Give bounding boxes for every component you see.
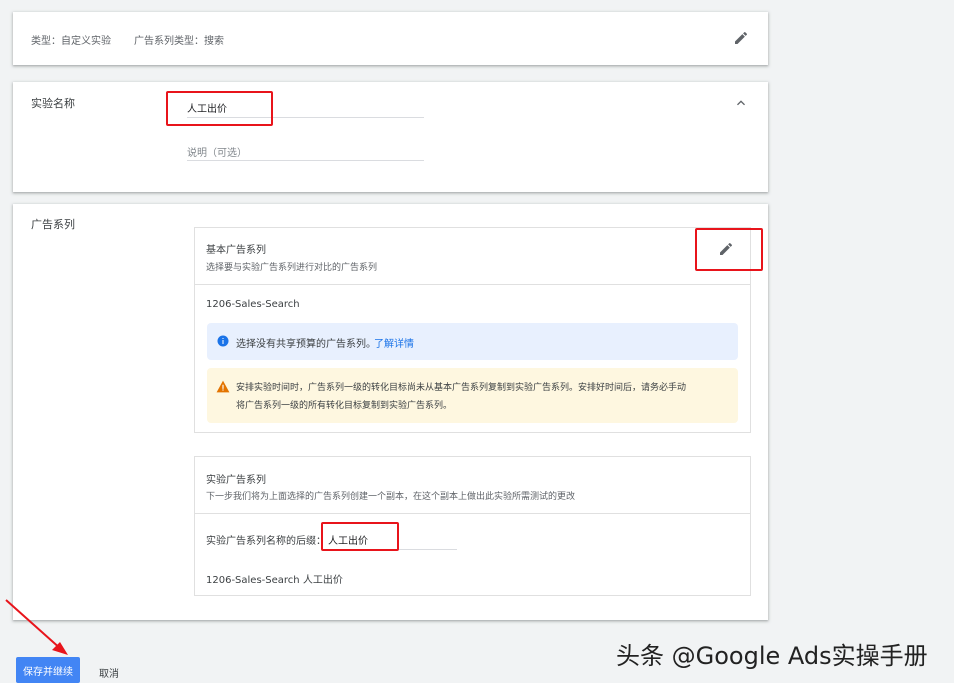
base-campaign-name: 1206-Sales-Search [206,299,300,310]
suffix-label: 实验广告系列名称的后缀： [206,536,326,547]
info-banner: 选择没有共享预算的广告系列。 了解详情 [207,323,738,360]
section-title-campaigns: 广告系列 [31,218,75,231]
campaigns-card: 广告系列 基本广告系列 选择要与实验广告系列进行对比的广告系列 1206-Sal… [13,204,768,620]
highlight-box-suffix [321,522,399,551]
warning-icon [216,380,230,393]
edit-summary-button[interactable] [729,26,753,50]
watermark-text: 头条 @Google Ads实操手册 [616,642,928,670]
experiment-campaign-subtitle: 下一步我们将为上面选择的广告系列创建一个副本，在这个副本上做出此实验所需测试的更… [206,492,576,502]
experiment-campaign-panel: 实验广告系列 下一步我们将为上面选择的广告系列创建一个副本，在这个副本上做出此实… [194,456,751,596]
warning-text-line1: 安排实验时间时，广告系列一级的转化目标尚未从基本广告系列复制到实验广告系列。安排… [236,383,687,393]
base-campaign-panel: 基本广告系列 选择要与实验广告系列进行对比的广告系列 1206-Sales-Se… [194,227,751,433]
save-and-continue-button[interactable]: 保存并继续 [16,657,80,683]
warning-text-line2: 将广告系列一级的所有转化目标复制到实验广告系列。 [236,401,453,411]
experiment-campaign-divider [195,513,750,514]
learn-more-link[interactable]: 了解详情 [374,335,414,350]
base-campaign-subtitle: 选择要与实验广告系列进行对比的广告系列 [206,263,378,273]
base-campaign-divider [195,284,750,285]
base-campaign-title: 基本广告系列 [206,245,266,256]
warning-banner: 安排实验时间时，广告系列一级的转化目标尚未从基本广告系列复制到实验广告系列。安排… [207,368,738,423]
summary-card: 类型：自定义实验 广告系列类型：搜索 [13,12,768,65]
pencil-icon [735,31,748,44]
description-underline [187,160,424,161]
red-arrow-annotation [5,599,68,655]
experiment-name-card: 实验名称 人工出价 说明（可选） [13,82,768,192]
experiment-campaign-title: 实验广告系列 [206,475,266,486]
campaign-type-text: 广告系列类型：搜索 [134,36,224,47]
experiment-campaign-name: 1206-Sales-Search 人工出价 [206,575,343,586]
cancel-button[interactable]: 取消 [99,665,119,680]
chevron-up-icon [737,100,745,106]
highlight-box-edit [695,228,763,271]
highlight-box-name [166,91,273,126]
collapse-section-button[interactable] [729,91,753,115]
info-text: 选择没有共享预算的广告系列。 [236,339,376,350]
description-input[interactable]: 说明（可选） [187,144,247,159]
section-title-experiment-name: 实验名称 [31,97,75,110]
experiment-type-text: 类型：自定义实验 [31,36,111,47]
info-icon [217,335,229,347]
